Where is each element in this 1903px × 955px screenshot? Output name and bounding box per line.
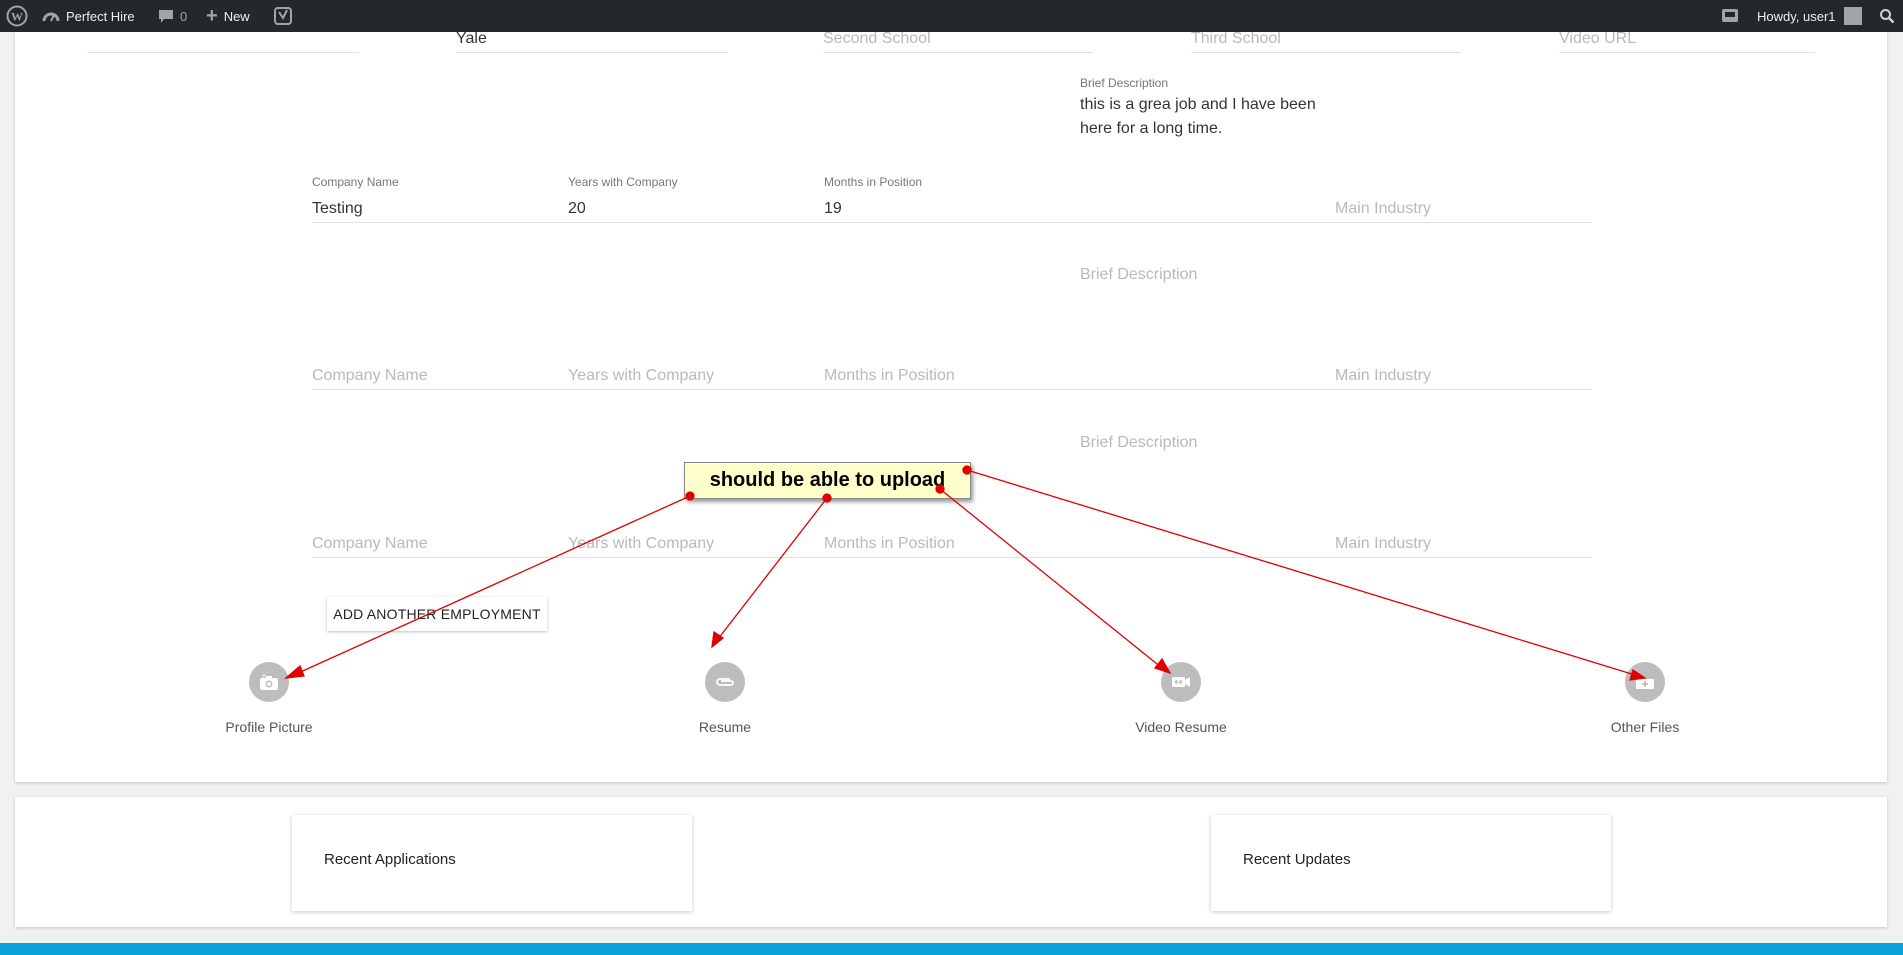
years-with-company-field[interactable]: Years with Company (568, 367, 824, 390)
description-label: Brief Description (1080, 76, 1169, 90)
profile-form-card: Yale Second School Third School Video UR… (15, 30, 1887, 782)
company-name-placeholder: Company Name (312, 367, 428, 384)
site-name: Perfect Hire (66, 8, 135, 24)
user-greeting: Howdy, user1 (1757, 8, 1836, 24)
company-name-placeholder: Company Name (312, 535, 428, 552)
footer-accent-bar (0, 943, 1903, 955)
add-photo-camera-icon[interactable]: + (249, 662, 289, 702)
description-value[interactable]: this is a grea job and I have been here … (1080, 93, 1340, 141)
months-placeholder: Months in Position (824, 535, 955, 552)
company-name-field[interactable]: Company Name (312, 367, 568, 390)
annotation-note: should be able to upload (684, 462, 971, 499)
profile-picture-label: Profile Picture (225, 719, 313, 735)
comments-link[interactable]: 0 (158, 0, 187, 32)
recent-updates-title: Recent Updates (1243, 851, 1351, 868)
new-content-link[interactable]: + New (206, 0, 250, 32)
svg-text:+: + (261, 673, 267, 680)
svg-text:W: W (11, 10, 23, 24)
years-label: Years with Company (568, 175, 678, 189)
profile-picture-upload[interactable]: + Profile Picture (209, 662, 329, 735)
comments-count: 0 (180, 8, 188, 24)
main-industry-field[interactable]: Main Industry (1335, 367, 1592, 390)
paperclip-icon[interactable] (705, 662, 745, 702)
resume-upload[interactable]: Resume (665, 662, 785, 735)
other-files-upload[interactable]: Other Files (1585, 662, 1705, 735)
wordpress-logo-icon[interactable]: W (6, 0, 28, 32)
recent-applications-panel: Recent Applications (292, 815, 692, 911)
search-icon[interactable] (1879, 0, 1895, 32)
add-folder-icon[interactable] (1625, 662, 1665, 702)
company-name-label: Company Name (312, 175, 399, 189)
video-url-placeholder: Video URL (1559, 30, 1637, 47)
first-field[interactable] (87, 30, 359, 53)
third-school-field[interactable]: Third School (1191, 30, 1461, 53)
video-url-field[interactable]: Video URL (1559, 30, 1815, 53)
main-industry-placeholder: Main Industry (1335, 535, 1432, 552)
dashboard-panels-card: Recent Applications Recent Updates (15, 797, 1887, 927)
second-school-field[interactable]: Second School (823, 30, 1093, 53)
months-in-position-field[interactable]: Months in Position (824, 367, 1335, 390)
company-name-value: Testing (312, 200, 363, 217)
recent-applications-title: Recent Applications (324, 851, 456, 868)
months-in-position-field[interactable]: Months in Position (824, 535, 1335, 558)
years-with-company-field[interactable]: Years with Company (568, 535, 824, 558)
description-placeholder[interactable]: Brief Description (1080, 266, 1197, 284)
new-label: New (223, 8, 250, 24)
add-another-employment-button[interactable]: ADD ANOTHER EMPLOYMENT (327, 597, 547, 631)
plus-icon: + (206, 4, 218, 27)
years-placeholder: Years with Company (568, 367, 715, 384)
main-industry-placeholder: Main Industry (1335, 200, 1432, 217)
months-in-position-field[interactable]: Months in Position 19 (824, 175, 1335, 223)
avatar (1843, 7, 1862, 25)
other-files-label: Other Files (1610, 719, 1680, 735)
third-school-placeholder: Third School (1191, 30, 1281, 47)
description-placeholder[interactable]: Brief Description (1080, 434, 1197, 452)
months-value: 19 (824, 200, 842, 217)
dashboard-gauge-icon (42, 9, 60, 23)
resume-label: Resume (698, 719, 752, 735)
main-industry-field[interactable]: Main Industry (1335, 535, 1592, 558)
notifications-icon[interactable] (1721, 0, 1739, 32)
site-name-link[interactable]: Perfect Hire (42, 0, 135, 32)
company-name-field[interactable]: Company Name Testing (312, 175, 568, 223)
years-value: 20 (568, 200, 586, 217)
video-resume-upload[interactable]: Video Resume (1121, 662, 1241, 735)
main-industry-placeholder: Main Industry (1335, 367, 1432, 384)
comment-bubble-icon (158, 9, 174, 24)
months-label: Months in Position (824, 175, 923, 189)
years-placeholder: Years with Company (568, 535, 715, 552)
school-value: Yale (456, 30, 487, 47)
account-menu[interactable]: Howdy, user1 (1757, 0, 1862, 32)
school-field[interactable]: Yale (456, 30, 728, 53)
second-school-placeholder: Second School (823, 30, 931, 47)
admin-bar: W Perfect Hire 0 + New Howdy, user1 (0, 0, 1903, 32)
company-name-field[interactable]: Company Name (312, 535, 568, 558)
video-camera-icon[interactable] (1161, 662, 1201, 702)
video-resume-label: Video Resume (1135, 719, 1227, 735)
yoast-seo-icon[interactable] (274, 0, 292, 32)
main-industry-field[interactable]: Main Industry (1335, 200, 1592, 223)
recent-updates-panel: Recent Updates (1211, 815, 1611, 911)
months-placeholder: Months in Position (824, 367, 955, 384)
years-with-company-field[interactable]: Years with Company 20 (568, 175, 824, 223)
